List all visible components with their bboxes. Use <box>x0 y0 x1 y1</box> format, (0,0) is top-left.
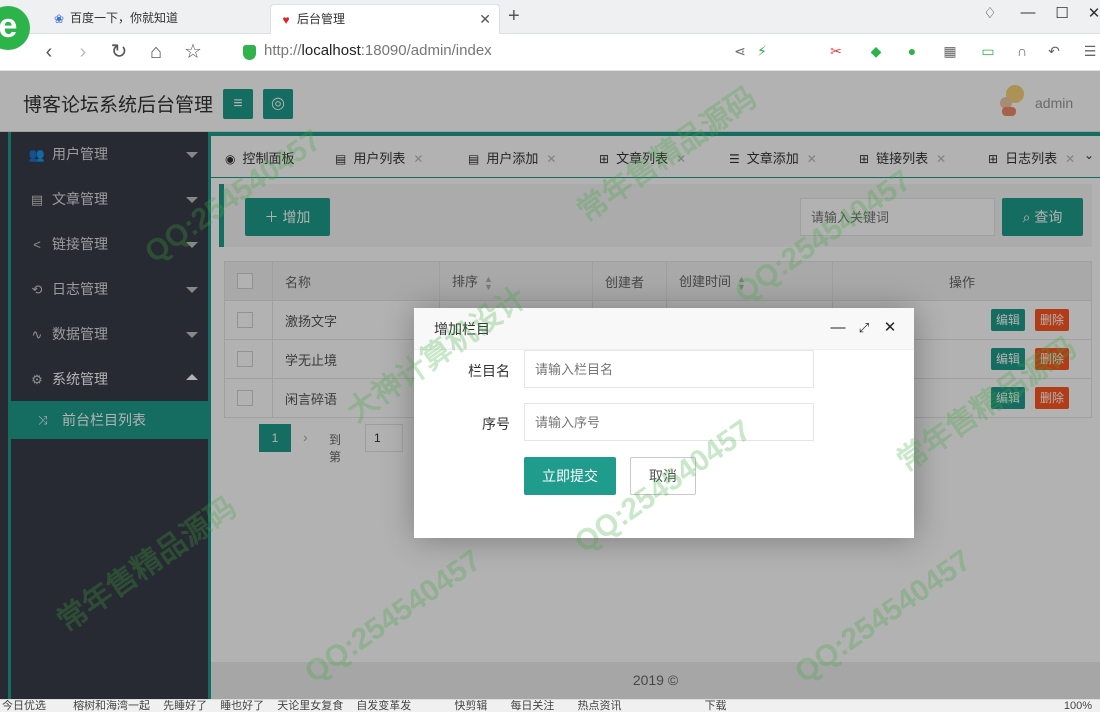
order-label: 序号 <box>482 416 510 432</box>
new-tab-icon[interactable]: + <box>508 5 520 28</box>
scissors-icon[interactable]: ✂ <box>826 43 846 60</box>
url-prefix: http:// <box>264 42 302 59</box>
status-item[interactable]: 自发变革发 <box>356 700 411 712</box>
status-item[interactable]: 快剪辑 <box>454 700 487 712</box>
secure-shield-icon <box>243 45 256 60</box>
reload-icon[interactable]: ↻ <box>106 38 132 66</box>
heart-icon: ♥ <box>282 13 290 27</box>
browser-address-bar: ‹ › ↻ ⌂ ☆ http://localhost:18090/admin/i… <box>0 34 1100 71</box>
status-item[interactable]: 每日关注 <box>510 700 554 712</box>
star-icon[interactable]: ☆ <box>180 38 206 66</box>
maximize-icon[interactable]: ☐ <box>1050 4 1074 22</box>
browser-tab-bar: e ❀ 百度一下，你就知道 ♥ 后台管理 ✕ + ♢ — ☐ ✕ <box>0 0 1100 50</box>
dialog-title: 增加栏目 <box>434 321 490 337</box>
shield-icon[interactable]: ◆ <box>866 43 886 60</box>
browser-tab-baidu[interactable]: ❀ 百度一下，你就知道 <box>44 4 269 34</box>
back-icon[interactable]: ‹ <box>36 38 62 66</box>
url-host: localhost <box>301 42 361 59</box>
close-tab-icon[interactable]: ✕ <box>479 5 491 33</box>
grid-icon[interactable]: ▦ <box>940 43 960 60</box>
zoom-level[interactable]: 100% <box>1064 700 1092 712</box>
status-item[interactable]: 今日优选 <box>2 700 46 712</box>
submit-button[interactable]: 立即提交 <box>524 457 616 495</box>
url-field[interactable]: http://localhost:18090/admin/index <box>264 42 492 59</box>
status-item[interactable]: 天论里女复食 <box>277 700 343 712</box>
headphones-icon[interactable]: ∩ <box>1012 43 1032 59</box>
status-item[interactable]: 热点资讯 <box>578 700 622 712</box>
add-column-dialog: 增加栏目 — ⤢ ✕ 栏目名 序号 立即提交 取消 <box>414 308 914 538</box>
shirt-icon[interactable]: ♢ <box>978 4 1002 22</box>
browser-tab-label: 后台管理 <box>297 12 346 26</box>
home-icon[interactable]: ⌂ <box>143 38 169 66</box>
share-icon[interactable]: ⋖ <box>730 43 750 60</box>
status-item[interactable]: 先睡好了 <box>163 700 207 712</box>
cancel-button[interactable]: 取消 <box>630 457 696 495</box>
paw-icon: ❀ <box>53 12 65 26</box>
close-icon[interactable]: ✕ <box>881 319 899 337</box>
forward-icon[interactable]: › <box>70 38 96 66</box>
column-name-input[interactable] <box>524 350 814 388</box>
lightning-icon[interactable]: ⚡ <box>752 43 772 60</box>
minimize-icon[interactable]: — <box>829 319 847 337</box>
browser-status-bar: 今日优选 榕树和海湾一起 先睡好了 睡也好了 天论里女复食 自发变革发 快剪辑 … <box>0 699 1100 712</box>
status-item[interactable]: 下载 <box>705 700 727 712</box>
battery-icon[interactable]: ▭ <box>978 43 998 60</box>
close-window-icon[interactable]: ✕ <box>1082 4 1100 22</box>
order-input[interactable] <box>524 403 814 441</box>
maximize-icon[interactable]: ⤢ <box>855 319 873 337</box>
green-circle-icon[interactable]: ● <box>902 43 922 59</box>
column-name-label: 栏目名 <box>468 363 510 379</box>
minimize-icon[interactable]: — <box>1016 4 1040 21</box>
browser-tab-label: 百度一下，你就知道 <box>70 11 179 25</box>
menu-icon[interactable]: ☰ <box>1080 43 1100 60</box>
url-rest: :18090/admin/index <box>360 42 492 59</box>
status-item[interactable]: 睡也好了 <box>220 700 264 712</box>
undo-icon[interactable]: ↶ <box>1044 43 1064 60</box>
status-item[interactable]: 榕树和海湾一起 <box>73 700 150 712</box>
browser-tab-admin[interactable]: ♥ 后台管理 ✕ <box>270 4 500 34</box>
